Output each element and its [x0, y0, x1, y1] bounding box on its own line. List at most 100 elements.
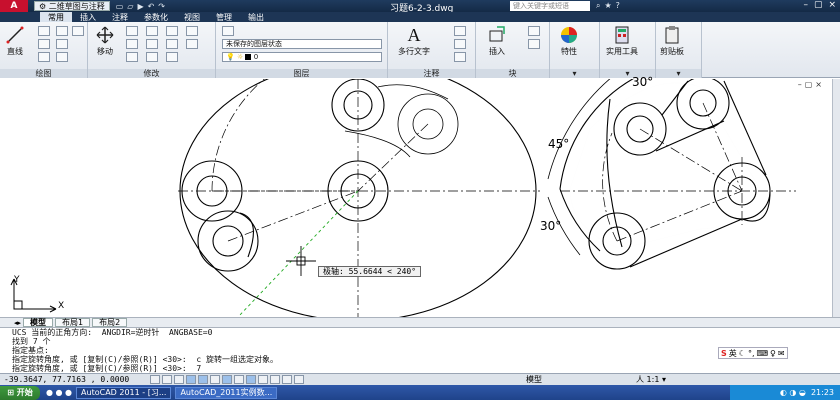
search-icon[interactable]: ⌕: [596, 1, 600, 11]
dyn-toggle[interactable]: [246, 375, 256, 384]
language-toggle[interactable]: 英: [729, 348, 737, 359]
command-history-line: 找到 7 个: [12, 337, 51, 346]
moon-icon[interactable]: ☾: [739, 349, 746, 358]
restore-viewport-button[interactable]: ▢: [805, 80, 813, 89]
polar-toggle[interactable]: [186, 375, 196, 384]
tab-insert[interactable]: 插入: [72, 12, 104, 22]
draw-panel: 直线 绘图: [0, 22, 88, 78]
close-viewport-button[interactable]: ×: [815, 80, 822, 89]
table-icon[interactable]: [454, 52, 466, 62]
redo-icon[interactable]: ↷: [158, 2, 165, 11]
otrack-toggle[interactable]: [222, 375, 232, 384]
rotate-icon[interactable]: [126, 26, 138, 36]
properties-panel-label: ▾: [550, 69, 599, 78]
arc-icon[interactable]: [38, 52, 50, 62]
tab-output[interactable]: 输出: [240, 12, 272, 22]
ortho-toggle[interactable]: [174, 375, 184, 384]
mirror-icon[interactable]: [126, 39, 138, 49]
minimize-viewport-button[interactable]: –: [798, 80, 802, 89]
drawing-area[interactable]: 30° 45° 30° Y X: [0, 75, 840, 317]
keyboard-icon[interactable]: ⌨: [756, 349, 768, 358]
edit-block-icon[interactable]: [528, 39, 540, 49]
mail-icon[interactable]: ✉: [778, 349, 785, 358]
erase-icon[interactable]: [166, 26, 178, 36]
tab-home[interactable]: 常用: [40, 12, 72, 22]
tab-layout1[interactable]: 布局1: [55, 318, 91, 327]
close-button[interactable]: ×: [828, 0, 836, 10]
explode-icon[interactable]: [186, 26, 198, 36]
workspace-selector[interactable]: ⚙ 二维草图与注释: [34, 1, 110, 11]
tab-layout2[interactable]: 布局2: [92, 318, 128, 327]
trim-icon[interactable]: [146, 26, 158, 36]
array-icon[interactable]: [166, 52, 178, 62]
undo-icon[interactable]: ↶: [148, 2, 155, 11]
sogou-icon[interactable]: S: [721, 349, 727, 358]
open-icon[interactable]: ▱: [127, 2, 133, 11]
help-icon[interactable]: ?: [616, 1, 620, 11]
stretch-icon[interactable]: [126, 52, 138, 62]
move-button[interactable]: 移动: [94, 24, 116, 57]
leader-icon[interactable]: [454, 39, 466, 49]
start-button[interactable]: ⊞ 开始: [0, 385, 40, 400]
plot-icon[interactable]: ▶: [137, 2, 143, 11]
clipboard-button[interactable]: 剪贴板: [660, 24, 684, 57]
minimize-button[interactable]: –: [803, 0, 808, 10]
tab-nav-arrows[interactable]: ◂▸: [14, 319, 21, 327]
spline-icon[interactable]: [72, 26, 84, 36]
copy-icon[interactable]: [166, 39, 178, 49]
tab-model[interactable]: 模型: [23, 318, 54, 327]
grid-toggle[interactable]: [162, 375, 172, 384]
lwt-toggle[interactable]: [258, 375, 268, 384]
annotation-panel: A 多行文字 注释: [388, 22, 476, 78]
layer-state-select[interactable]: 未保存的图层状态: [222, 39, 382, 49]
layer-properties-icon[interactable]: [222, 26, 234, 36]
ribbon-tabs: 常用 插入 注释 参数化 视图 管理 输出: [0, 12, 840, 22]
circle-icon[interactable]: [38, 39, 50, 49]
tray-icons[interactable]: ◐ ◑ ◒: [780, 388, 811, 397]
tab-manage[interactable]: 管理: [208, 12, 240, 22]
taskbar-item-autocad-1[interactable]: AutoCAD 2011 - [习...: [76, 386, 172, 399]
tab-parametric[interactable]: 参数化: [136, 12, 176, 22]
application-menu-button[interactable]: A: [0, 0, 28, 12]
tpy-toggle[interactable]: [270, 375, 280, 384]
command-input-line[interactable]: 指定旋转角度, 或 [复制(C)/参照(R)] <30>: 7: [12, 364, 840, 373]
insert-block-button[interactable]: 插入: [486, 24, 508, 57]
dimension-icon[interactable]: [454, 26, 466, 36]
offset-icon[interactable]: [186, 39, 198, 49]
new-icon[interactable]: ▭: [116, 2, 124, 11]
create-block-icon[interactable]: [528, 26, 540, 36]
layer-select[interactable]: 💡 ☼ 0: [222, 52, 382, 62]
command-line[interactable]: UCS 当前的正角方向: ANGDIR=逆时针 ANGBASE=0 找到 7 个…: [0, 327, 840, 373]
scale-icon[interactable]: [146, 52, 158, 62]
utilities-button[interactable]: 实用工具: [606, 24, 638, 57]
fillet-icon[interactable]: [146, 39, 158, 49]
quick-launch-icons[interactable]: ● ● ●: [46, 388, 72, 397]
qp-toggle[interactable]: [282, 375, 292, 384]
model-space-label[interactable]: 模型: [526, 374, 542, 385]
clipboard-label: 剪贴板: [660, 47, 684, 56]
vertical-scrollbar[interactable]: [832, 79, 840, 317]
snap-toggle[interactable]: [150, 375, 160, 384]
multiline-text-button[interactable]: A 多行文字: [398, 24, 430, 57]
user-icon[interactable]: ♀: [770, 349, 776, 358]
properties-button[interactable]: 特性: [558, 24, 580, 57]
tab-view[interactable]: 视图: [176, 12, 208, 22]
line-button[interactable]: 直线: [4, 24, 26, 57]
search-input[interactable]: 键入关键字或短语: [510, 1, 590, 11]
ducs-toggle[interactable]: [234, 375, 244, 384]
text-a-icon: A: [407, 24, 421, 45]
hatch-icon[interactable]: [56, 39, 68, 49]
polyline-icon[interactable]: [38, 26, 50, 36]
tab-annotate[interactable]: 注释: [104, 12, 136, 22]
rectangle-icon[interactable]: [56, 26, 68, 36]
ellipse-icon[interactable]: [56, 52, 68, 62]
maximize-button[interactable]: ▢: [814, 0, 823, 10]
annotation-scale[interactable]: 人 1:1 ▾: [636, 374, 666, 385]
osnap-toggle[interactable]: [198, 375, 208, 384]
taskbar-item-autocad-2[interactable]: AutoCAD_2011实例数...: [175, 386, 278, 399]
3dosnap-toggle[interactable]: [210, 375, 220, 384]
favorites-icon[interactable]: ★: [604, 1, 611, 11]
punctuation-icon[interactable]: °,: [748, 349, 755, 358]
sc-toggle[interactable]: [294, 375, 304, 384]
clipboard-icon: [661, 24, 683, 46]
